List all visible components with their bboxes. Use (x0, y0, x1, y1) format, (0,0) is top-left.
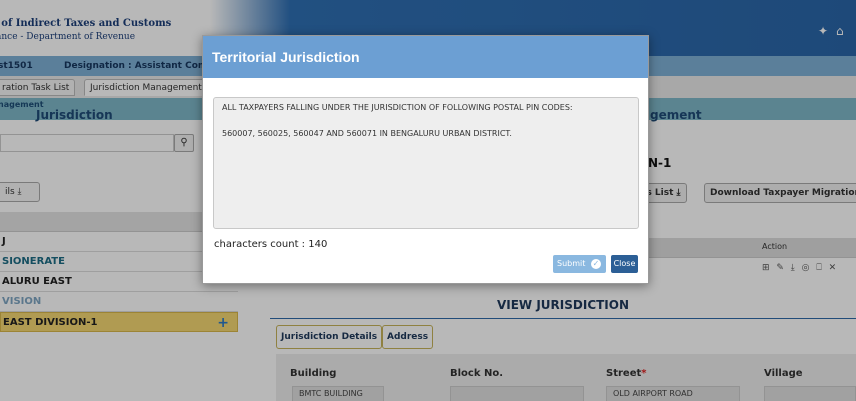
check-circle-icon: ✓ (591, 259, 601, 269)
characters-count: characters count : 140 (214, 239, 328, 250)
dialog-header: Territorial Jurisdiction (203, 36, 648, 78)
textarea-line: 560007, 560025, 560047 AND 560071 IN BEN… (222, 129, 512, 138)
close-button[interactable]: Close (611, 255, 638, 273)
submit-label: Submit (557, 259, 586, 268)
jurisdiction-textarea[interactable]: ALL TAXPAYERS FALLING UNDER THE JURISDIC… (213, 97, 639, 229)
textarea-line: ALL TAXPAYERS FALLING UNDER THE JURISDIC… (222, 103, 573, 112)
territorial-jurisdiction-dialog: Territorial Jurisdiction ALL TAXPAYERS F… (202, 35, 649, 284)
submit-button[interactable]: Submit ✓ (553, 255, 606, 273)
dialog-title: Territorial Jurisdiction (212, 49, 360, 65)
